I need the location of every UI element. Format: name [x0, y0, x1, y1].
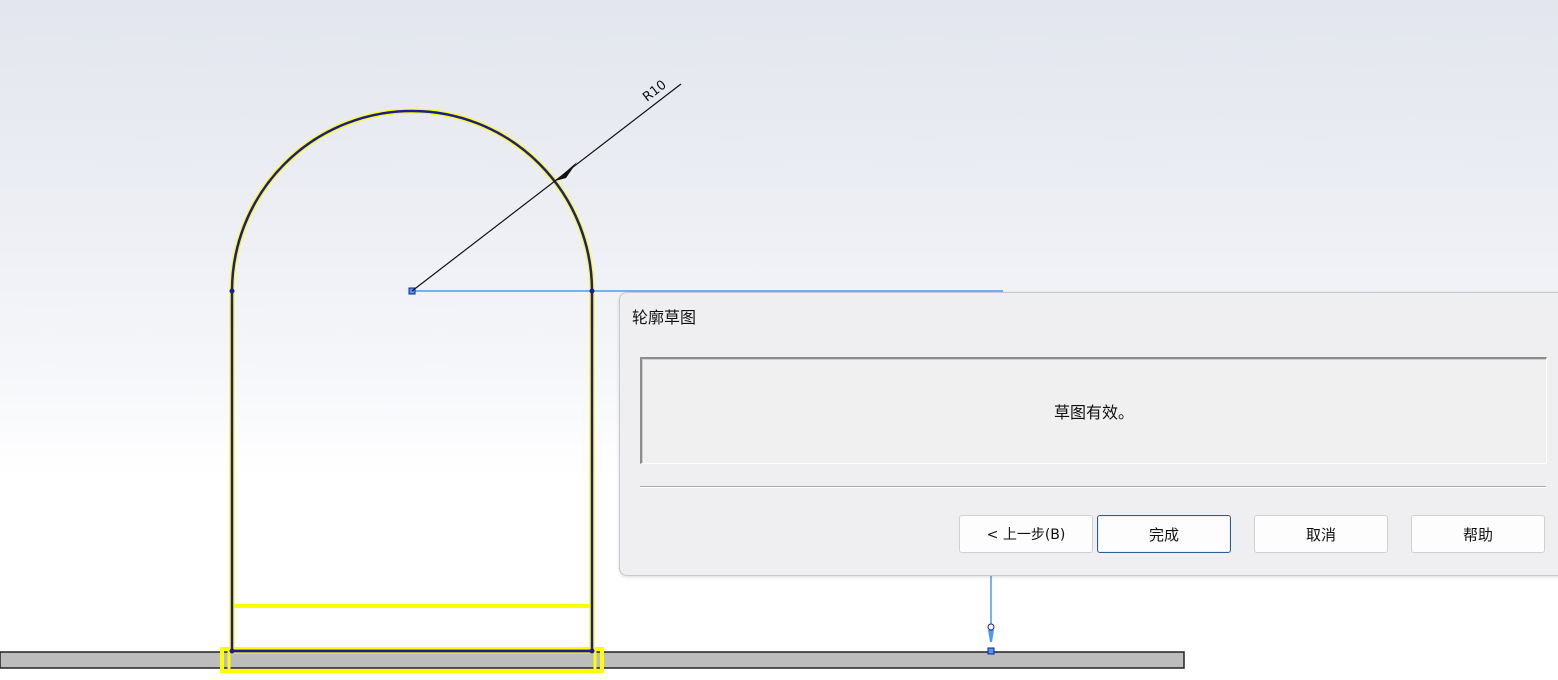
arc-endpoint-left[interactable]	[229, 288, 235, 294]
profile-sketch-dialog: 轮廓草图 草图有效。 < 上一步(B) 完成 取消 帮助	[619, 292, 1558, 576]
construction-point-top[interactable]	[987, 623, 995, 631]
profile-sketch-outline-inner[interactable]	[230, 109, 594, 653]
cancel-button[interactable]: 取消	[1254, 515, 1388, 553]
dialog-title: 轮廓草图	[632, 308, 697, 327]
help-button[interactable]: 帮助	[1411, 515, 1545, 553]
arc-endpoint-right[interactable]	[589, 288, 595, 294]
status-message: 草图有效。	[1053, 403, 1134, 422]
corner-point-bottom-left[interactable]	[229, 648, 235, 654]
profile-sketch-outline[interactable]	[229, 108, 595, 654]
radius-dimension-text[interactable]: R10	[640, 78, 669, 106]
finish-button[interactable]: 完成	[1097, 515, 1231, 553]
message-box: 草图有效。	[640, 357, 1547, 464]
construction-point-bottom[interactable]	[987, 647, 995, 655]
ground-plate[interactable]	[0, 651, 1185, 669]
construction-marker-icon	[988, 630, 994, 642]
separator	[640, 486, 1546, 488]
back-button[interactable]: < 上一步(B)	[959, 515, 1093, 553]
corner-point-bottom-right[interactable]	[589, 648, 595, 654]
